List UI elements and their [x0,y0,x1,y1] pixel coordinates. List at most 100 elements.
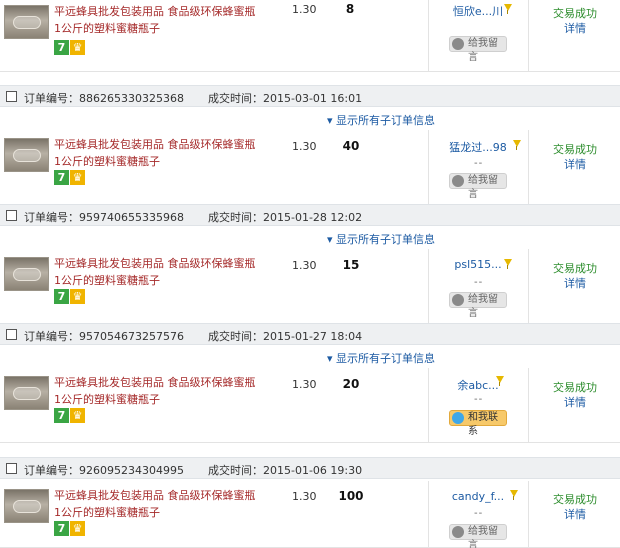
column-divider [528,130,529,205]
product-thumbnail[interactable] [4,376,49,410]
order-item-row: 平远蜂具批发包装用品 食品级环保蜂蜜瓶 1公斤的塑料蜜糖瓶子 7 ♛ 1.30 2… [0,368,620,443]
guarantee-icon: ♛ [70,521,85,536]
service-badges: 7 ♛ [54,289,86,304]
quantity: 8 [345,2,355,16]
flag-icon[interactable] [509,490,518,500]
separator-dashes: -- [474,158,484,169]
column-divider [428,249,429,324]
quantity: 15 [342,258,360,272]
show-sub-orders-link[interactable]: ▾ 显示所有子订单信息 [327,112,435,128]
separator-dashes: -- [474,394,484,405]
chat-icon [452,175,464,187]
leave-message-button[interactable]: 给我留言 [449,36,507,63]
quantity: 20 [342,377,360,391]
order-checkbox[interactable] [6,210,17,221]
detail-link[interactable]: 详情 [530,156,620,172]
buyer-link[interactable]: 余abc... [430,377,526,393]
product-thumbnail[interactable] [4,5,49,39]
column-divider [428,481,429,548]
order-header: 订单编号：959740655335968 成交时间：2015-01-28 12:… [0,204,620,226]
guarantee-icon: ♛ [70,40,85,55]
unit-price: 1.30 [292,259,317,272]
detail-link[interactable]: 详情 [530,20,620,36]
order-number: 959740655335968 [79,211,184,224]
seven-day-return-icon: 7 [54,408,69,423]
column-divider [528,0,529,72]
guarantee-icon: ♛ [70,408,85,423]
seven-day-return-icon: 7 [54,170,69,185]
seven-day-return-icon: 7 [54,289,69,304]
detail-link[interactable]: 详情 [530,394,620,410]
order-number: 957054673257576 [79,330,184,343]
trade-status: 交易成功 [553,262,597,275]
trade-status: 交易成功 [553,7,597,20]
guarantee-icon: ♛ [70,170,85,185]
detail-link[interactable]: 详情 [530,506,620,522]
detail-link[interactable]: 详情 [530,275,620,291]
expand-row: ▾ 显示所有子订单信息 [0,348,620,365]
chat-icon [452,412,464,424]
flag-icon[interactable] [503,259,512,269]
deal-time: 2015-01-06 19:30 [263,464,363,477]
column-divider [528,249,529,324]
leave-message-button[interactable]: 给我留言 [449,173,507,200]
unit-price: 1.30 [292,3,317,16]
leave-message-button[interactable]: 给我留言 [449,292,507,319]
product-title-link[interactable]: 平远蜂具批发包装用品 食品级环保蜂蜜瓶 1公斤的塑料蜜糖瓶子 [54,487,264,521]
order-item-row: 平远蜂具批发包装用品 食品级环保蜂蜜瓶 1公斤的塑料蜜糖瓶子 7 ♛ 1.30 4… [0,130,620,205]
product-title-link[interactable]: 平远蜂具批发包装用品 食品级环保蜂蜜瓶 1公斤的塑料蜜糖瓶子 [54,136,264,170]
show-sub-orders-link[interactable]: ▾ 显示所有子订单信息 [327,350,435,366]
order-checkbox[interactable] [6,91,17,102]
order-checkbox[interactable] [6,463,17,474]
product-title-link[interactable]: 平远蜂具批发包装用品 食品级环保蜂蜜瓶 1公斤的塑料蜜糖瓶子 [54,255,264,289]
chat-icon [452,38,464,50]
product-thumbnail[interactable] [4,138,49,172]
column-divider [528,368,529,443]
flag-icon[interactable] [495,376,504,386]
expand-row: ▾ 显示所有子订单信息 [0,229,620,246]
order-header: 订单编号：926095234304995 成交时间：2015-01-06 19:… [0,457,620,479]
trade-status: 交易成功 [553,381,597,394]
column-divider [528,481,529,548]
flag-icon[interactable] [512,140,521,150]
leave-message-button[interactable]: 给我留言 [449,524,507,548]
separator-dashes: -- [474,277,484,288]
unit-price: 1.30 [292,378,317,391]
separator-dashes: -- [474,508,484,519]
flag-icon[interactable] [503,4,512,14]
order-number: 886265330325368 [79,92,184,105]
trade-status: 交易成功 [553,493,597,506]
service-badges: 7 ♛ [54,170,86,185]
service-badges: 7 ♛ [54,408,86,423]
quantity: 100 [338,489,364,503]
service-badges: 7 ♛ [54,521,86,536]
order-header: 订单编号：886265330325368 成交时间：2015-03-01 16:… [0,85,620,107]
column-divider [428,368,429,443]
contact-me-button[interactable]: 和我联系 [449,410,507,437]
trade-status: 交易成功 [553,143,597,156]
seven-day-return-icon: 7 [54,521,69,536]
chat-icon [452,294,464,306]
product-thumbnail[interactable] [4,489,49,523]
quantity: 40 [342,139,360,153]
deal-time: 2015-01-27 18:04 [263,330,363,343]
guarantee-icon: ♛ [70,289,85,304]
show-sub-orders-link[interactable]: ▾ 显示所有子订单信息 [327,231,435,247]
product-title-link[interactable]: 平远蜂具批发包装用品 食品级环保蜂蜜瓶 1公斤的塑料蜜糖瓶子 [54,374,264,408]
order-checkbox[interactable] [6,329,17,340]
unit-price: 1.30 [292,490,317,503]
product-title-link[interactable]: 平远蜂具批发包装用品 食品级环保蜂蜜瓶 1公斤的塑料蜜糖瓶子 [54,3,264,37]
order-item-row: 平远蜂具批发包装用品 食品级环保蜂蜜瓶 1公斤的塑料蜜糖瓶子 7 ♛ 1.30 8… [0,0,620,72]
chat-icon [452,526,464,538]
unit-price: 1.30 [292,140,317,153]
order-item-row: 平远蜂具批发包装用品 食品级环保蜂蜜瓶 1公斤的塑料蜜糖瓶子 7 ♛ 1.30 1… [0,249,620,324]
deal-time: 2015-01-28 12:02 [263,211,363,224]
order-number: 926095234304995 [79,464,184,477]
deal-time: 2015-03-01 16:01 [263,92,363,105]
order-header: 订单编号：957054673257576 成交时间：2015-01-27 18:… [0,323,620,345]
product-thumbnail[interactable] [4,257,49,291]
order-item-row: 平远蜂具批发包装用品 食品级环保蜂蜜瓶 1公斤的塑料蜜糖瓶子 7 ♛ 1.30 1… [0,481,620,548]
column-divider [428,0,429,72]
column-divider [428,130,429,205]
seven-day-return-icon: 7 [54,40,69,55]
